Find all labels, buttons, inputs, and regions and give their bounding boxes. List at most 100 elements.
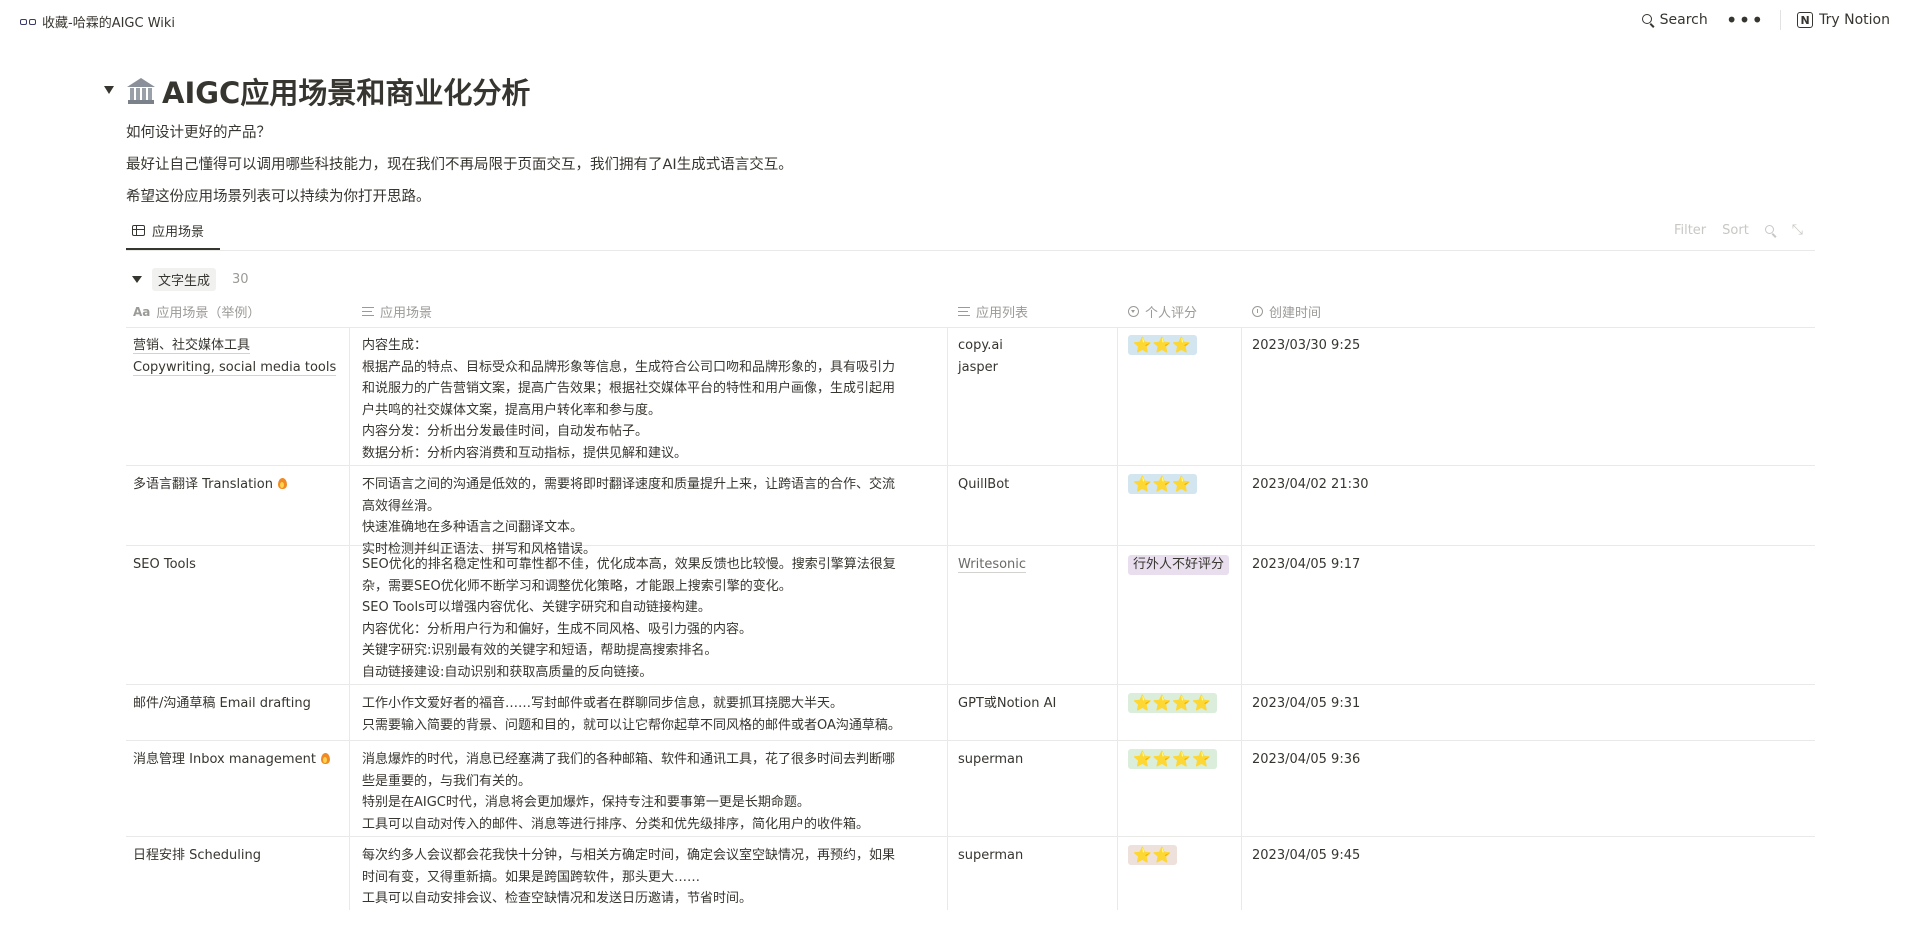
fire-icon: [277, 476, 288, 489]
notion-logo-icon: N: [1797, 12, 1814, 28]
column-label: 创建时间: [1269, 306, 1322, 321]
title-property-icon: Aa: [133, 304, 151, 319]
tab-application-scenes[interactable]: 应用场景: [132, 221, 204, 240]
description-line: 根据产品的特点、目标受众和品牌形象等信息，生成符合公司口吻和品牌形象的，具有吸引…: [362, 359, 896, 375]
app-name[interactable]: Writesonic: [958, 557, 1027, 573]
column-header-created[interactable]: 创建时间: [1252, 302, 1321, 321]
cell-scene-description[interactable]: 消息爆炸的时代，消息已经塞满了我们的各种邮箱、软件和通讯工具，花了很多时间去判断…: [350, 741, 948, 836]
search-label: Search: [1659, 12, 1708, 28]
cell-scene-name[interactable]: 营销、社交媒体工具 Copywriting, social media tools: [126, 327, 350, 465]
text-property-icon: [958, 307, 970, 316]
description-line: 些是重要的，与我们有关的。: [362, 773, 532, 789]
description-line: 每次约多人会议都会花我快十分钟，与相关方确定时间，确定会议室空缺情况，再预约，如…: [362, 848, 896, 863]
app-name: superman: [958, 752, 1024, 767]
group-toggle-icon[interactable]: [132, 276, 142, 283]
description-line: SEO Tools可以增强内容优化、关键字研究和自动链接构建。: [362, 600, 711, 616]
cell-app-list[interactable]: superman: [948, 741, 1118, 836]
description-line: 特别是在AIGC时代，消息将会更加爆炸，保持专注和要事第一更是长期命题。: [362, 795, 810, 811]
cell-rating[interactable]: ⭐⭐⭐: [1118, 327, 1242, 465]
cell-scene-name[interactable]: 消息管理 Inbox management: [126, 741, 350, 836]
table-row[interactable]: 营销、社交媒体工具 Copywriting, social media tools…: [126, 327, 1815, 466]
glasses-icon: [20, 17, 36, 27]
bank-icon: [126, 76, 156, 106]
top-bar: 收藏-哈霖的AIGC Wiki Search ••• N Try Notion: [0, 0, 1908, 44]
scene-name-text[interactable]: 日程安排 Scheduling: [133, 848, 261, 863]
cell-scene-description[interactable]: SEO优化的排名稳定性和可靠性都不佳，优化成本高，效果反馈也比较慢。搜索引擎算法…: [350, 546, 948, 684]
cell-created-time: 2023/04/02 21:30: [1252, 477, 1369, 492]
cell-rating[interactable]: ⭐⭐⭐⭐: [1118, 685, 1242, 740]
description-line-2: 最好让自己懂得可以调用哪些科技能力，现在我们不再局限于页面交互，我们拥有了AI生…: [126, 157, 793, 173]
page-title: AIGC应用场景和商业化分析: [162, 76, 531, 110]
toggle-triangle-icon[interactable]: [104, 86, 114, 94]
cell-scene-name[interactable]: 日程安排 Scheduling: [126, 837, 350, 910]
scene-name-text[interactable]: 营销、社交媒体工具: [133, 338, 251, 354]
more-options-button[interactable]: •••: [1726, 10, 1764, 30]
description-line: 内容优化：分析用户行为和偏好，生成不同风格、吸引力强的内容。: [362, 621, 753, 637]
cell-created-time: 2023/04/05 9:45: [1252, 848, 1361, 863]
column-header-apps[interactable]: 应用列表: [958, 302, 1028, 321]
app-name: copy.ai: [958, 338, 1003, 353]
table-header: Aa 应用场景（举例） 应用场景 应用列表 个人评分 创建时间: [126, 295, 1815, 328]
group-count: 30: [232, 272, 249, 287]
description-line: 只需要输入简要的背景、问题和目的，就可以让它帮你起草不同风格的邮件或者OA沟通草…: [362, 717, 901, 733]
tab-label: 应用场景: [152, 225, 205, 240]
cell-app-list[interactable]: QuillBot: [948, 466, 1118, 545]
cell-app-list[interactable]: Writesonic: [948, 546, 1118, 684]
table-row[interactable]: 多语言翻译 Translation 不同语言之间的沟通是低效的，需要将即时翻译速度…: [126, 466, 1815, 557]
sort-button[interactable]: Sort: [1722, 223, 1749, 238]
description-line: 工具可以自动对传入的邮件、消息等进行排序、分类和优先级排序，简化用户的收件箱。: [362, 816, 870, 832]
try-notion-button[interactable]: N Try Notion: [1797, 12, 1890, 28]
search-button[interactable]: Search: [1641, 12, 1708, 28]
filter-button[interactable]: Filter: [1674, 223, 1706, 238]
scene-name-text[interactable]: Copywriting, social media tools: [133, 359, 337, 376]
group-header[interactable]: 文字生成 30: [132, 268, 249, 291]
cell-rating[interactable]: 行外人不好评分: [1118, 546, 1242, 684]
search-icon[interactable]: [1764, 224, 1776, 236]
cell-scene-name[interactable]: 多语言翻译 Translation: [126, 466, 350, 545]
page-title-block: AIGC应用场景和商业化分析: [126, 70, 530, 112]
cell-rating[interactable]: ⭐⭐⭐: [1118, 466, 1242, 545]
cell-scene-description[interactable]: 不同语言之间的沟通是低效的，需要将即时翻译速度和质量提升上来，让跨语言的合作、交…: [350, 466, 948, 557]
database-view-bar: 应用场景 Filter Sort ⤡: [126, 212, 1815, 251]
rating-badge: ⭐⭐⭐: [1128, 335, 1198, 355]
scene-name-text[interactable]: 消息管理 Inbox management: [133, 752, 316, 767]
description-line: 数据分析：分析内容消费和互动指标，提供见解和建议。: [362, 445, 688, 461]
active-tab-indicator: [126, 248, 220, 250]
cell-scene-description[interactable]: 工作小作文爱好者的福音……写封邮件或者在群聊同步信息，就要抓耳挠腮大半天。 只需要…: [350, 685, 948, 740]
column-header-rating[interactable]: 个人评分: [1128, 302, 1197, 321]
fire-icon: [320, 751, 331, 764]
group-label: 文字生成: [152, 268, 217, 291]
cell-scene-name[interactable]: 邮件/沟通草稿 Email drafting: [126, 685, 350, 740]
description-line: 和说服力的广告营销文案，提高广告效果；根据社交媒体平台的特性和用户画像，生成引起…: [362, 381, 896, 397]
cell-scene-description[interactable]: 每次约多人会议都会花我快十分钟，与相关方确定时间，确定会议室空缺情况，再预约，如…: [350, 837, 948, 910]
table-row[interactable]: 消息管理 Inbox management 消息爆炸的时代，消息已经塞满了我们的各…: [126, 741, 1815, 837]
scene-name-text[interactable]: 多语言翻译 Translation: [133, 477, 273, 492]
cell-scene-description[interactable]: 内容生成： 根据产品的特点、目标受众和品牌形象等信息，生成符合公司口吻和品牌形象的…: [350, 327, 948, 465]
select-property-icon: [1128, 306, 1139, 317]
column-header-name[interactable]: Aa 应用场景（举例）: [133, 302, 260, 322]
scene-name-text[interactable]: SEO Tools: [133, 557, 196, 572]
scene-name-text[interactable]: 邮件/沟通草稿 Email drafting: [133, 696, 311, 711]
cell-created-time: 2023/03/30 9:25: [1252, 338, 1361, 353]
expand-icon[interactable]: ⤡: [1792, 222, 1803, 238]
table-body: 营销、社交媒体工具 Copywriting, social media tools…: [126, 327, 1815, 910]
table-row[interactable]: 日程安排 Scheduling 每次约多人会议都会花我快十分钟，与相关方确定时间，…: [126, 837, 1815, 910]
description-line: 自动链接建设:自动识别和获取高质量的反向链接。: [362, 664, 653, 680]
text-property-icon: [362, 307, 374, 316]
column-header-scene[interactable]: 应用场景: [362, 302, 432, 321]
breadcrumb[interactable]: 收藏-哈霖的AIGC Wiki: [20, 12, 175, 31]
cell-app-list[interactable]: copy.ai jasper: [948, 327, 1118, 465]
description-line: 不同语言之间的沟通是低效的，需要将即时翻译速度和质量提升上来，让跨语言的合作、交…: [362, 477, 896, 492]
table-row[interactable]: 邮件/沟通草稿 Email drafting 工作小作文爱好者的福音……写封邮件或…: [126, 685, 1815, 741]
app-name: QuillBot: [958, 477, 1010, 492]
cell-rating[interactable]: ⭐⭐: [1118, 837, 1242, 910]
cell-app-list[interactable]: GPT或Notion AI: [948, 685, 1118, 740]
cell-scene-name[interactable]: SEO Tools: [126, 546, 350, 684]
table-row[interactable]: SEO Tools SEO优化的排名稳定性和可靠性都不佳，优化成本高，效果反馈也比…: [126, 546, 1815, 685]
description-line: 快速准确地在多种语言之间翻译文本。: [362, 520, 584, 536]
cell-app-list[interactable]: superman: [948, 837, 1118, 910]
breadcrumb-label: 收藏-哈霖的AIGC Wiki: [42, 16, 176, 31]
cell-rating[interactable]: ⭐⭐⭐⭐: [1118, 741, 1242, 836]
description-line-1: 如何设计更好的产品？: [126, 125, 271, 141]
description-line: 关键字研究:识别最有效的关键字和短语，帮助提高搜索排名。: [362, 643, 718, 659]
